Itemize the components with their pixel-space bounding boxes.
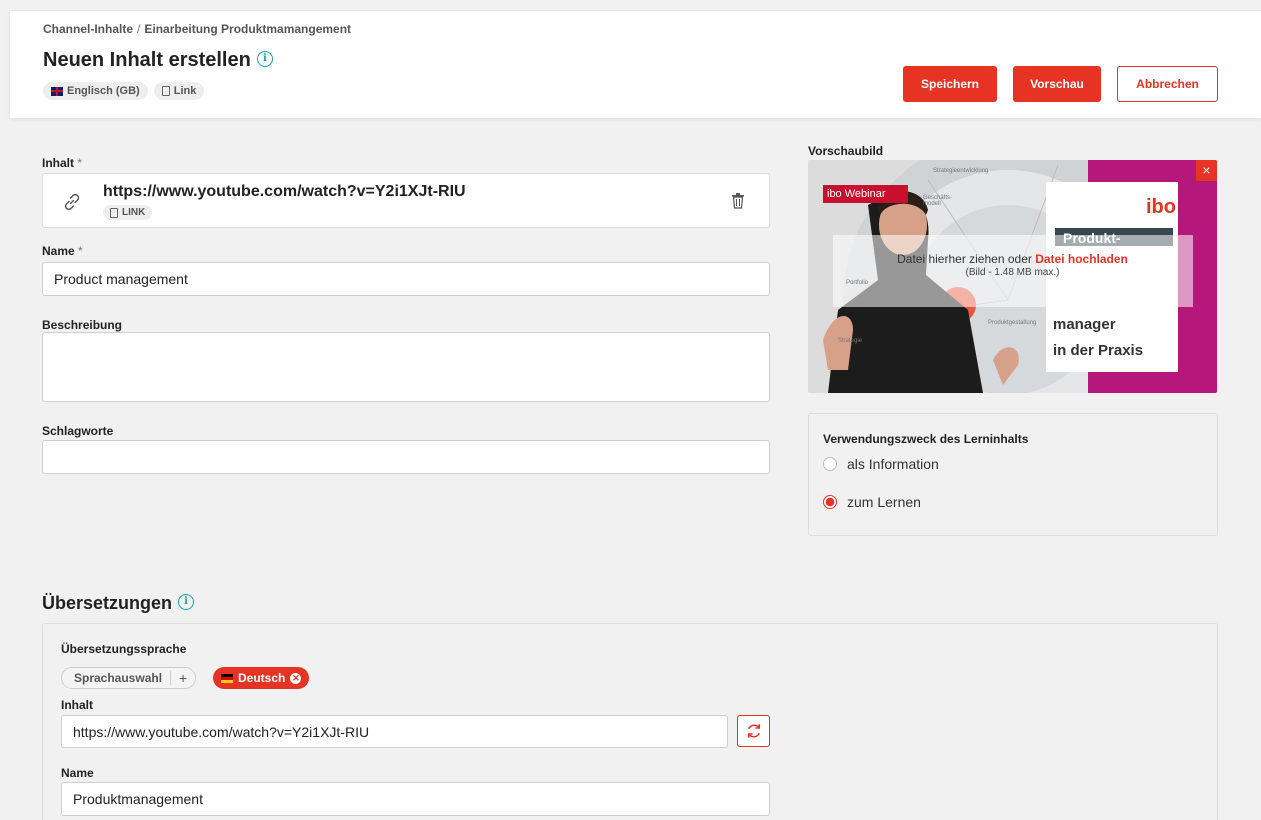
name-label-text: Name [42, 244, 75, 258]
usage-purpose-box: Verwendungszweck des Lerninhalts als Inf… [808, 413, 1218, 536]
required-marker: * [77, 156, 83, 170]
translation-language-label: Übersetzungssprache [61, 642, 187, 656]
tags-label: Schlagworte [42, 424, 114, 438]
trash-icon[interactable] [731, 193, 745, 209]
slide-text-line-3: in der Praxis [1053, 342, 1144, 359]
page-title: Neuen Inhalt erstellen i [43, 49, 273, 72]
refresh-translation-button[interactable] [737, 715, 770, 747]
german-flag-icon [221, 673, 233, 683]
translation-content-label: Inhalt [61, 698, 93, 712]
name-label: Name * [42, 244, 83, 258]
link-type-chip: LINK [103, 205, 153, 220]
slide-overlay-line: Produkt- [1063, 230, 1121, 246]
page-header: Channel-Inhalte / Einarbeitung Produktmama… [10, 10, 1261, 118]
radio-circle[interactable] [823, 457, 837, 471]
radio-label: als Information [847, 456, 939, 472]
upload-link[interactable]: Datei hochladen [1035, 252, 1128, 266]
breadcrumb-item-channel[interactable]: Channel-Inhalte [43, 22, 133, 36]
wheel-label: Strategie [838, 338, 863, 344]
remove-image-button[interactable]: × [1196, 160, 1217, 181]
preview-button[interactable]: Vorschau [1013, 66, 1101, 102]
translations-title: Übersetzungen i [42, 593, 195, 614]
tags-input[interactable] [42, 440, 770, 474]
description-label: Beschreibung [42, 318, 123, 332]
slide-text-line-2: manager [1053, 316, 1116, 333]
drop-hint: Datei hierher ziehen oder Datei hochlade… [808, 252, 1217, 266]
upload-size-limit: (Bild - 1.48 MB max.) [965, 267, 1060, 278]
preview-image-dropzone[interactable]: ibo Webinar ibo Produkt- ent Produkt- ma… [808, 160, 1217, 393]
translations-title-text: Übersetzungen [42, 593, 173, 613]
breadcrumb-separator: / [137, 22, 141, 36]
ibo-logo: ibo [1146, 196, 1176, 218]
add-language-button[interactable]: + [171, 670, 195, 686]
translation-name-label: Name [61, 766, 94, 780]
content-label: Inhalt * [42, 156, 82, 170]
language-select-label[interactable]: Sprachauswahl [62, 671, 172, 685]
language-select[interactable]: Sprachauswahl + [61, 667, 197, 689]
page-title-text: Neuen Inhalt erstellen [43, 49, 251, 71]
translation-name-input[interactable]: Produktmanagement [61, 782, 770, 816]
type-chip: Link [153, 82, 205, 100]
document-icon [161, 86, 170, 96]
language-chip: Englisch (GB) [43, 82, 148, 100]
description-textarea[interactable] [42, 332, 770, 402]
refresh-icon [747, 724, 760, 738]
content-label-text: Inhalt [42, 156, 74, 170]
preview-image-label: Vorschaubild [808, 144, 884, 158]
radio-information[interactable]: als Information [823, 456, 939, 472]
required-marker: * [78, 244, 83, 258]
type-chip-label: Link [173, 85, 197, 97]
link-type-label: LINK [122, 207, 146, 218]
uk-flag-icon [51, 86, 63, 96]
translation-content-input[interactable]: https://www.youtube.com/watch?v=Y2i1XJt-… [61, 715, 728, 748]
language-chip-label: Englisch (GB) [67, 85, 140, 97]
wheel-label: Produktgestaltung [988, 320, 1037, 326]
breadcrumb-item-current[interactable]: Einarbeitung Produktmamangement [144, 22, 351, 36]
wheel-label: Geschäfts-modell [923, 195, 953, 207]
webinar-badge: ibo Webinar [827, 188, 886, 200]
selected-language-label: Deutsch [238, 671, 286, 685]
wheel-label: Portfolio [846, 280, 869, 286]
remove-language-icon[interactable]: ✕ [290, 672, 302, 684]
wheel-label: Strategieentwicklung [933, 168, 989, 174]
slide-text-line-1: Produkt- [1053, 288, 1115, 305]
save-button[interactable]: Speichern [903, 66, 997, 102]
breadcrumb: Channel-Inhalte / Einarbeitung Produktmama… [43, 22, 351, 36]
drop-hint-text: Datei hierher ziehen oder [897, 252, 1032, 266]
selected-language-badge[interactable]: Deutsch ✕ [213, 667, 310, 689]
info-icon[interactable]: i [178, 594, 195, 611]
cancel-button[interactable]: Abbrechen [1117, 66, 1218, 102]
link-icon [64, 193, 80, 211]
document-icon [110, 207, 118, 218]
radio-circle-checked[interactable] [823, 495, 837, 509]
usage-title: Verwendungszweck des Lerninhalts [823, 432, 1029, 446]
content-link-card: https://www.youtube.com/watch?v=Y2i1XJt-… [42, 173, 770, 228]
radio-label: zum Lernen [847, 494, 921, 510]
content-meta-chips: Englisch (GB) Link [43, 82, 205, 100]
name-input[interactable]: Product management [42, 262, 770, 296]
info-icon[interactable]: i [256, 50, 273, 67]
radio-learning[interactable]: zum Lernen [823, 494, 921, 510]
content-url[interactable]: https://www.youtube.com/watch?v=Y2i1XJt-… [103, 183, 466, 201]
